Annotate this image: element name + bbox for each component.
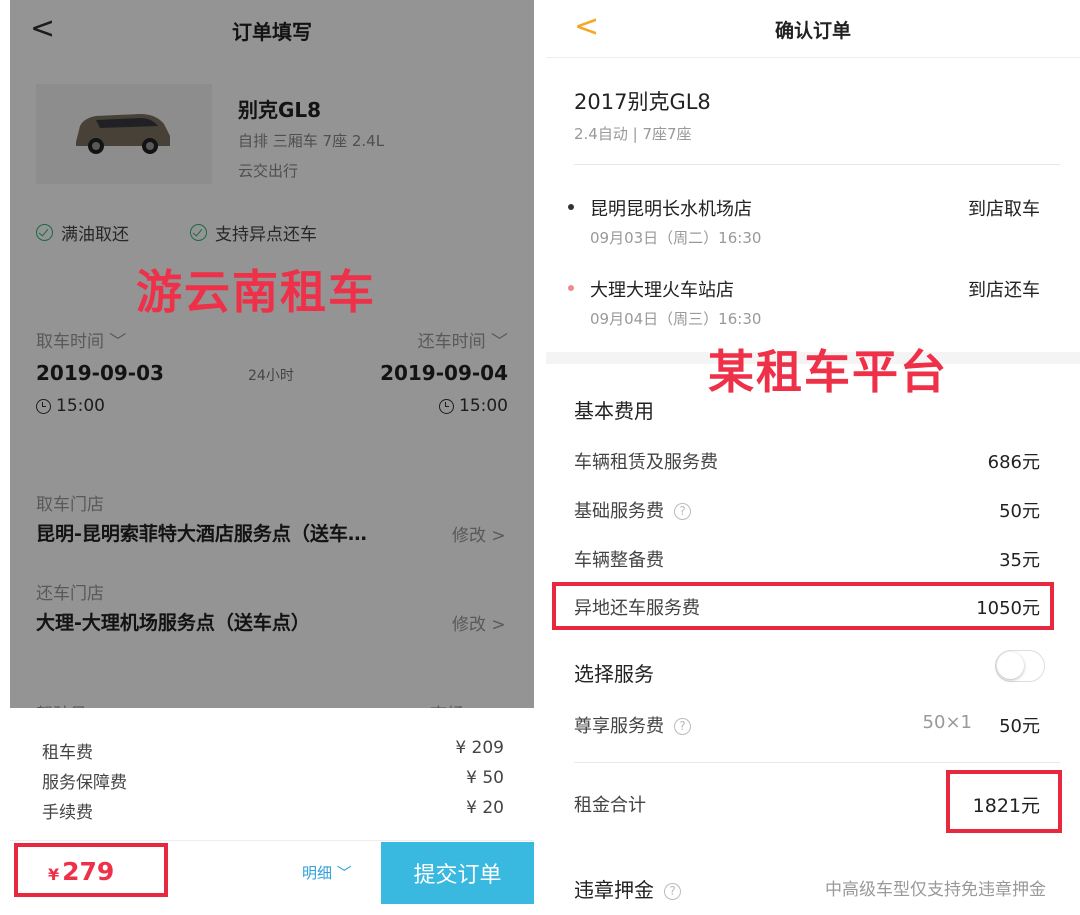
fee-row-rental-service: 车辆租赁及服务费 686元 bbox=[574, 452, 1040, 473]
right-screenshot-confirm-order: < 确认订单 2017别克GL8 2.4自动 | 7座7座 昆明昆明长水机场店 … bbox=[546, 0, 1080, 915]
watermark-label: 游云南租车 bbox=[136, 265, 376, 319]
pickup-dot-icon bbox=[568, 204, 574, 210]
fee-row-protection: 服务保障费 ¥ 50 bbox=[42, 768, 504, 793]
right-nav-bar: < 确认订单 bbox=[546, 0, 1080, 58]
basic-fees-title: 基本费用 bbox=[574, 399, 654, 423]
fee-row-vip-service: 尊享服务费? 50×1 50元 bbox=[574, 712, 1040, 737]
fee-row-preparation: 车辆整备费 35元 bbox=[574, 550, 1040, 571]
pickup-method: 到店取车 bbox=[968, 199, 1040, 220]
watermark-label: 某租车平台 bbox=[708, 345, 948, 399]
fee-row-rental: 租车费 ¥ 209 bbox=[42, 738, 504, 763]
return-datetime: 09月04日（周三）16:30 bbox=[590, 310, 762, 328]
highlight-box-total bbox=[14, 843, 168, 897]
detail-toggle-button[interactable]: 明细 ﹀ bbox=[302, 862, 352, 883]
left-screenshot-order-form: < 订单填写 别克GL8 自排 三厢车 7座 2.4L 云交出行 满油取还 支持… bbox=[10, 0, 534, 915]
help-icon[interactable]: ? bbox=[674, 718, 691, 735]
divider bbox=[574, 762, 1060, 763]
car-spec: 2.4自动 | 7座7座 bbox=[574, 125, 692, 143]
help-icon[interactable]: ? bbox=[674, 503, 691, 520]
toggle-knob bbox=[997, 652, 1024, 679]
fee-row-base-service: 基础服务费? 50元 bbox=[574, 501, 1040, 522]
deposit-row: 违章押金? bbox=[574, 874, 681, 903]
modal-dim-overlay[interactable] bbox=[10, 0, 534, 708]
highlight-box-total bbox=[946, 770, 1062, 833]
car-name: 2017别克GL8 bbox=[574, 90, 711, 114]
return-dot-icon bbox=[568, 285, 574, 291]
service-toggle[interactable] bbox=[995, 650, 1045, 682]
page-title: 确认订单 bbox=[774, 20, 851, 42]
deposit-note: 中高级车型仅支持免违章押金 bbox=[825, 880, 1046, 900]
return-store-name: 大理大理火车站店 bbox=[590, 280, 734, 301]
submit-order-button[interactable]: 提交订单 bbox=[381, 842, 534, 904]
pickup-datetime: 09月03日（周二）16:30 bbox=[590, 229, 762, 247]
pickup-store-name: 昆明昆明长水机场店 bbox=[590, 199, 752, 220]
help-icon[interactable]: ? bbox=[664, 883, 681, 900]
return-method: 到店还车 bbox=[968, 280, 1040, 301]
highlight-box-one-way-fee bbox=[552, 582, 1054, 630]
divider bbox=[574, 164, 1060, 165]
fee-row-handling: 手续费 ¥ 20 bbox=[42, 798, 504, 823]
select-service-title: 选择服务 bbox=[574, 662, 654, 686]
